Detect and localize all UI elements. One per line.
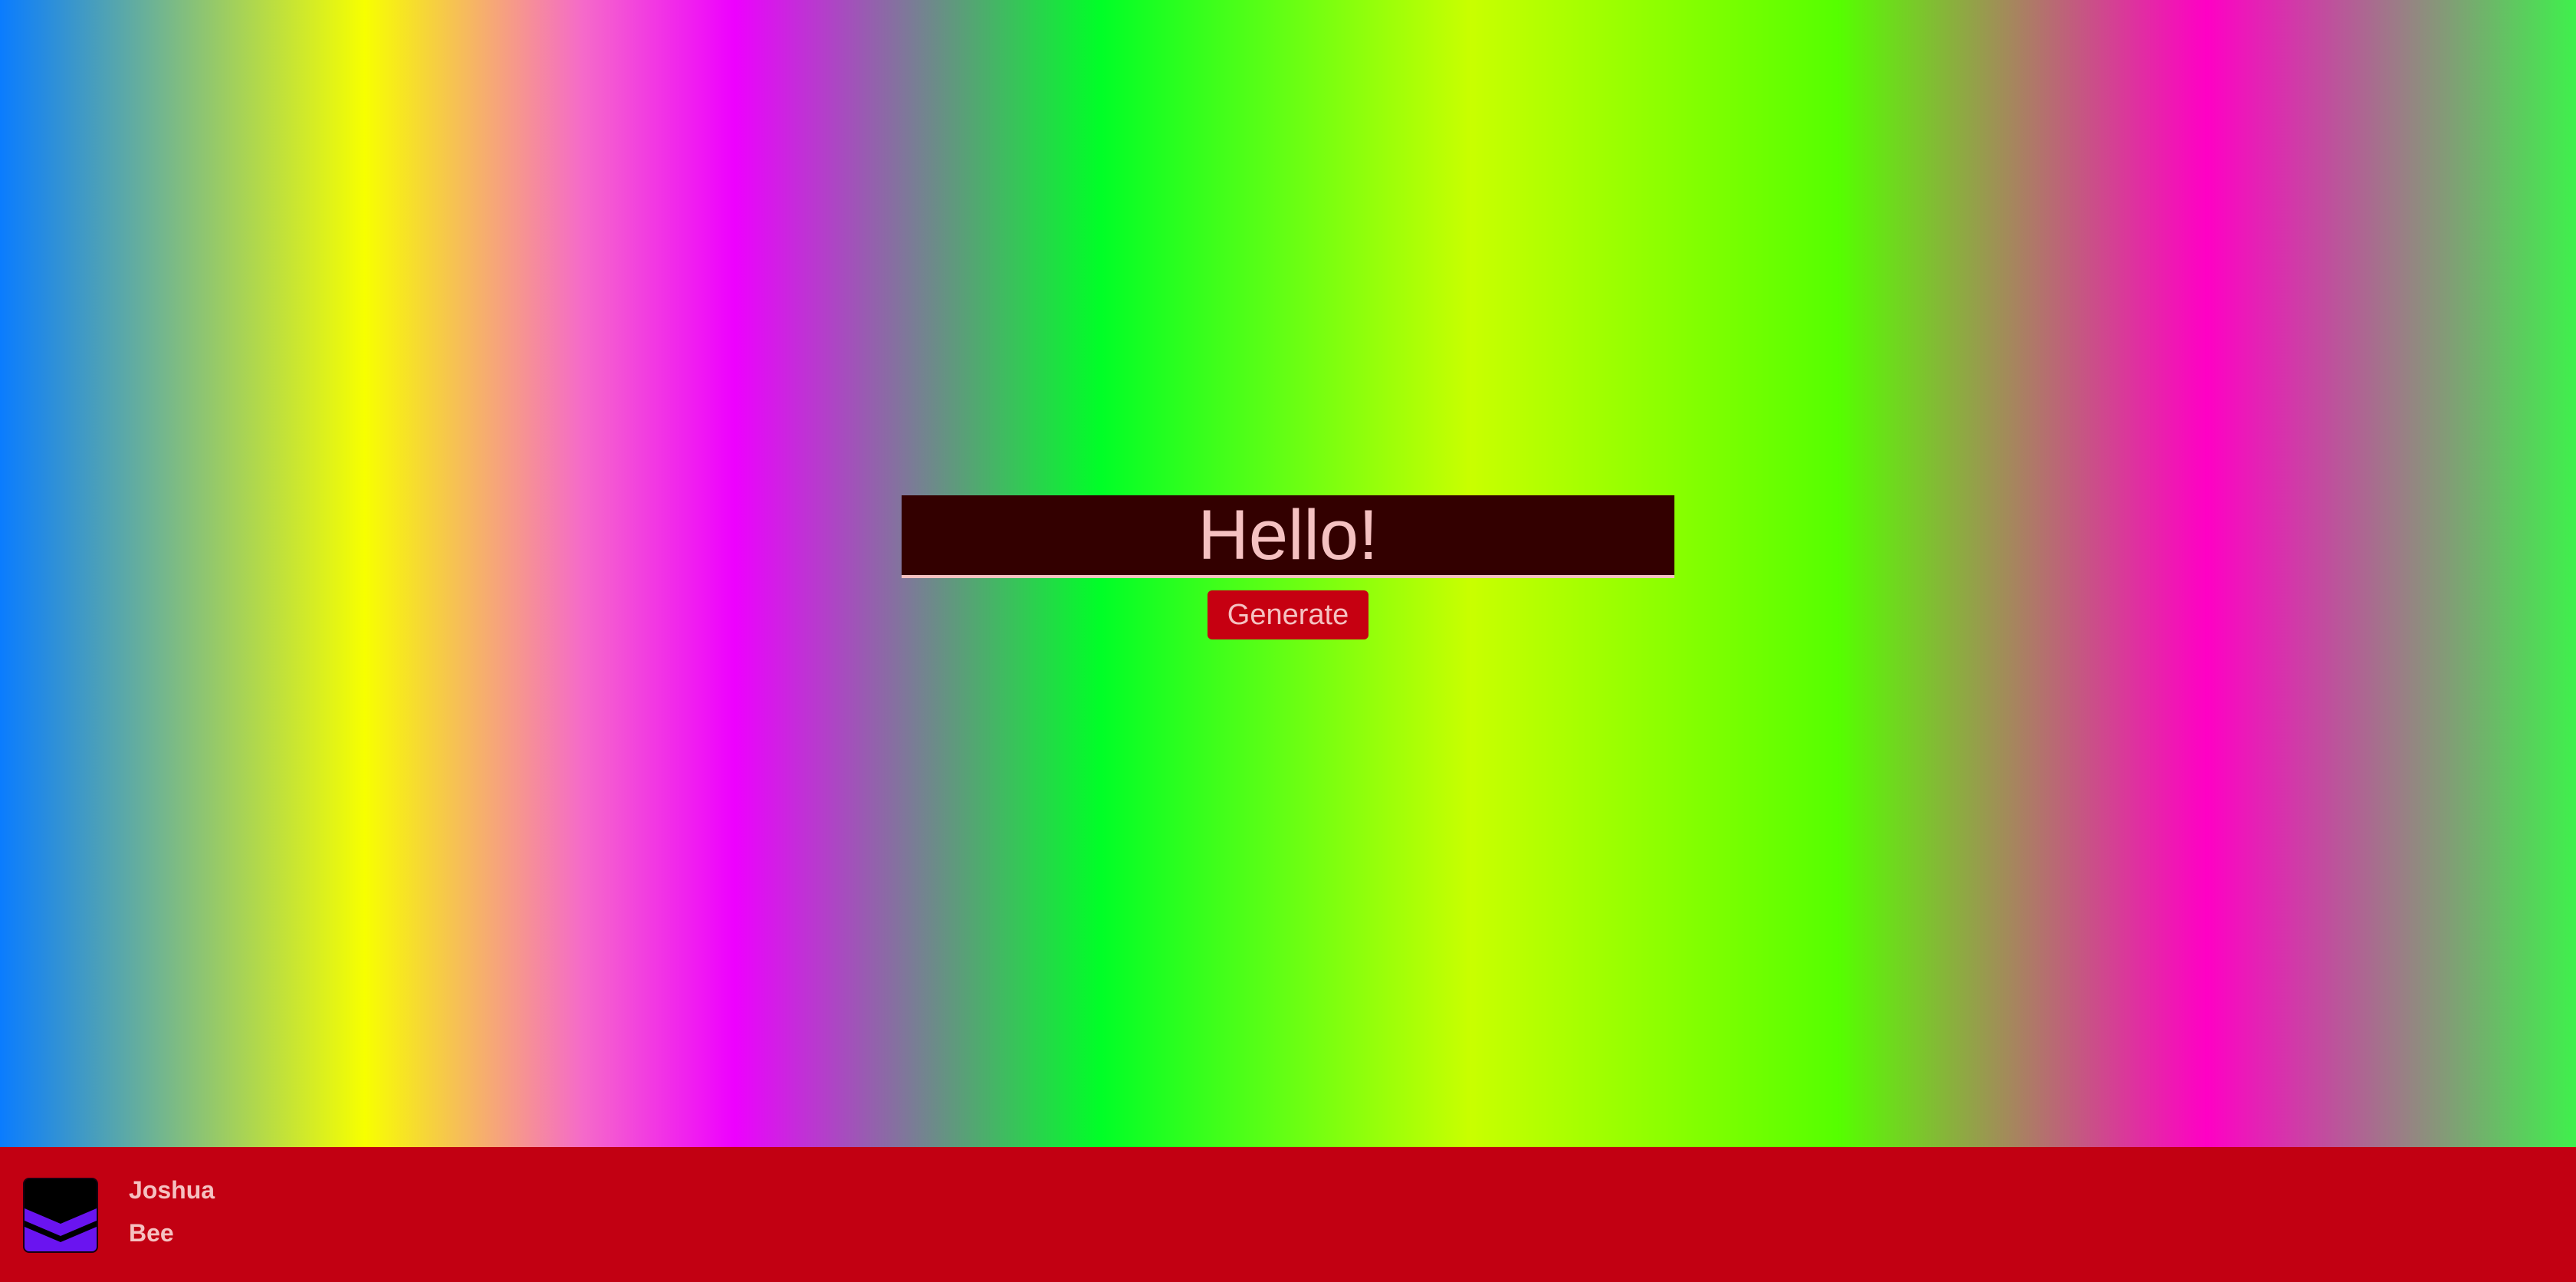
author-first-name: Joshua — [129, 1176, 215, 1204]
generate-button[interactable]: Generate — [1207, 590, 1369, 639]
text-input[interactable] — [902, 495, 1674, 575]
generator-panel: Generate — [902, 495, 1674, 639]
footer-bar: Joshua Bee — [0, 1147, 2576, 1282]
chevron-layers-icon — [25, 1179, 97, 1251]
text-input-container — [902, 495, 1674, 578]
app-root: Generate Joshua Bee — [0, 0, 2576, 1282]
author-last-name: Bee — [129, 1219, 174, 1247]
avatar — [23, 1178, 98, 1253]
